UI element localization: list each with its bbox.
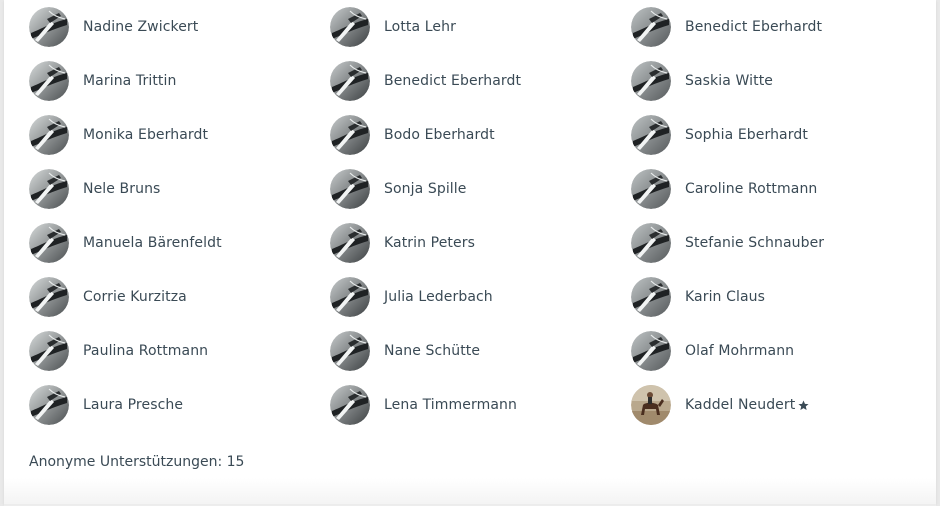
pen-nib-avatar-icon [29, 223, 69, 263]
horse-rider-photo-avatar [631, 385, 671, 425]
supporter-name: Katrin Peters [384, 235, 475, 251]
supporter-name: Caroline Rottmann [685, 181, 818, 197]
supporter-name: Lena Timmermann [384, 397, 517, 413]
pen-nib-avatar-icon [29, 7, 69, 47]
supporter-name: Nele Bruns [83, 181, 161, 197]
supporter-item[interactable]: Olaf Mohrmann [631, 324, 932, 378]
supporters-grid: Nadine Zwickert Lotta Lehr Benedict Eberha… [29, 0, 932, 432]
pen-nib-avatar-icon [29, 331, 69, 371]
supporter-item[interactable]: Paulina Rottmann [29, 324, 330, 378]
supporter-item[interactable]: Caroline Rottmann [631, 162, 932, 216]
supporter-name: Lotta Lehr [384, 19, 456, 35]
supporter-item[interactable]: Bodo Eberhardt [330, 108, 631, 162]
supporter-item[interactable]: Julia Lederbach [330, 270, 631, 324]
supporter-name: Paulina Rottmann [83, 343, 209, 359]
supporter-name: Stefanie Schnauber [685, 235, 825, 251]
pen-nib-avatar-icon [631, 277, 671, 317]
pen-nib-avatar-icon [330, 223, 370, 263]
supporter-item[interactable]: Karin Claus [631, 270, 932, 324]
supporter-item[interactable]: Saskia Witte [631, 54, 932, 108]
pen-nib-avatar-icon [631, 223, 671, 263]
supporter-name: Nadine Zwickert [83, 19, 199, 35]
supporter-name: Marina Trittin [83, 73, 177, 89]
pen-nib-avatar-icon [29, 277, 69, 317]
supporter-name: Laura Presche [83, 397, 184, 413]
supporter-item[interactable]: Corrie Kurzitza [29, 270, 330, 324]
pen-nib-avatar-icon [330, 115, 370, 155]
supporter-name: Sonja Spille [384, 181, 467, 197]
supporter-item[interactable]: Lotta Lehr [330, 0, 631, 54]
supporter-item[interactable]: Benedict Eberhardt [631, 0, 932, 54]
pen-nib-avatar-icon [330, 7, 370, 47]
supporter-item[interactable]: Kaddel Neudert [631, 378, 932, 432]
supporter-item[interactable]: Lena Timmermann [330, 378, 631, 432]
supporter-name: Karin Claus [685, 289, 765, 305]
pen-nib-avatar-icon [631, 331, 671, 371]
supporter-name: Benedict Eberhardt [685, 19, 823, 35]
supporter-name: Olaf Mohrmann [685, 343, 795, 359]
pen-nib-avatar-icon [631, 61, 671, 101]
supporter-name: Sophia Eberhardt [685, 127, 808, 143]
supporter-item[interactable]: Laura Presche [29, 378, 330, 432]
supporter-item[interactable]: Monika Eberhardt [29, 108, 330, 162]
pen-nib-avatar-icon [330, 385, 370, 425]
supporter-name: Manuela Bärenfeldt [83, 235, 222, 251]
pen-nib-avatar-icon [29, 61, 69, 101]
pen-nib-avatar-icon [631, 115, 671, 155]
star-icon [798, 400, 809, 410]
pen-nib-avatar-icon [631, 7, 671, 47]
supporter-item[interactable]: Nane Schütte [330, 324, 631, 378]
pen-nib-avatar-icon [29, 169, 69, 209]
supporter-name: Benedict Eberhardt [384, 73, 522, 89]
supporter-item[interactable]: Nadine Zwickert [29, 0, 330, 54]
pen-nib-avatar-icon [29, 115, 69, 155]
anonymous-supporters-count: Anonyme Unterstützungen: 15 [29, 454, 245, 470]
supporter-item[interactable]: Stefanie Schnauber [631, 216, 932, 270]
supporter-item[interactable]: Benedict Eberhardt [330, 54, 631, 108]
supporter-item[interactable]: Katrin Peters [330, 216, 631, 270]
supporter-name: Julia Lederbach [384, 289, 493, 305]
supporter-name: Kaddel Neudert [685, 397, 796, 413]
pen-nib-avatar-icon [631, 169, 671, 209]
supporter-item[interactable]: Sonja Spille [330, 162, 631, 216]
supporter-name: Saskia Witte [685, 73, 774, 89]
pen-nib-avatar-icon [330, 331, 370, 371]
supporter-name: Nane Schütte [384, 343, 481, 359]
supporter-item[interactable]: Sophia Eberhardt [631, 108, 932, 162]
supporter-name: Corrie Kurzitza [83, 289, 187, 305]
pen-nib-avatar-icon [330, 61, 370, 101]
supporter-item[interactable]: Marina Trittin [29, 54, 330, 108]
supporter-item[interactable]: Manuela Bärenfeldt [29, 216, 330, 270]
supporter-name: Bodo Eberhardt [384, 127, 495, 143]
supporter-name: Monika Eberhardt [83, 127, 209, 143]
pen-nib-avatar-icon [29, 385, 69, 425]
supporter-item[interactable]: Nele Bruns [29, 162, 330, 216]
pen-nib-avatar-icon [330, 169, 370, 209]
pen-nib-avatar-icon [330, 277, 370, 317]
